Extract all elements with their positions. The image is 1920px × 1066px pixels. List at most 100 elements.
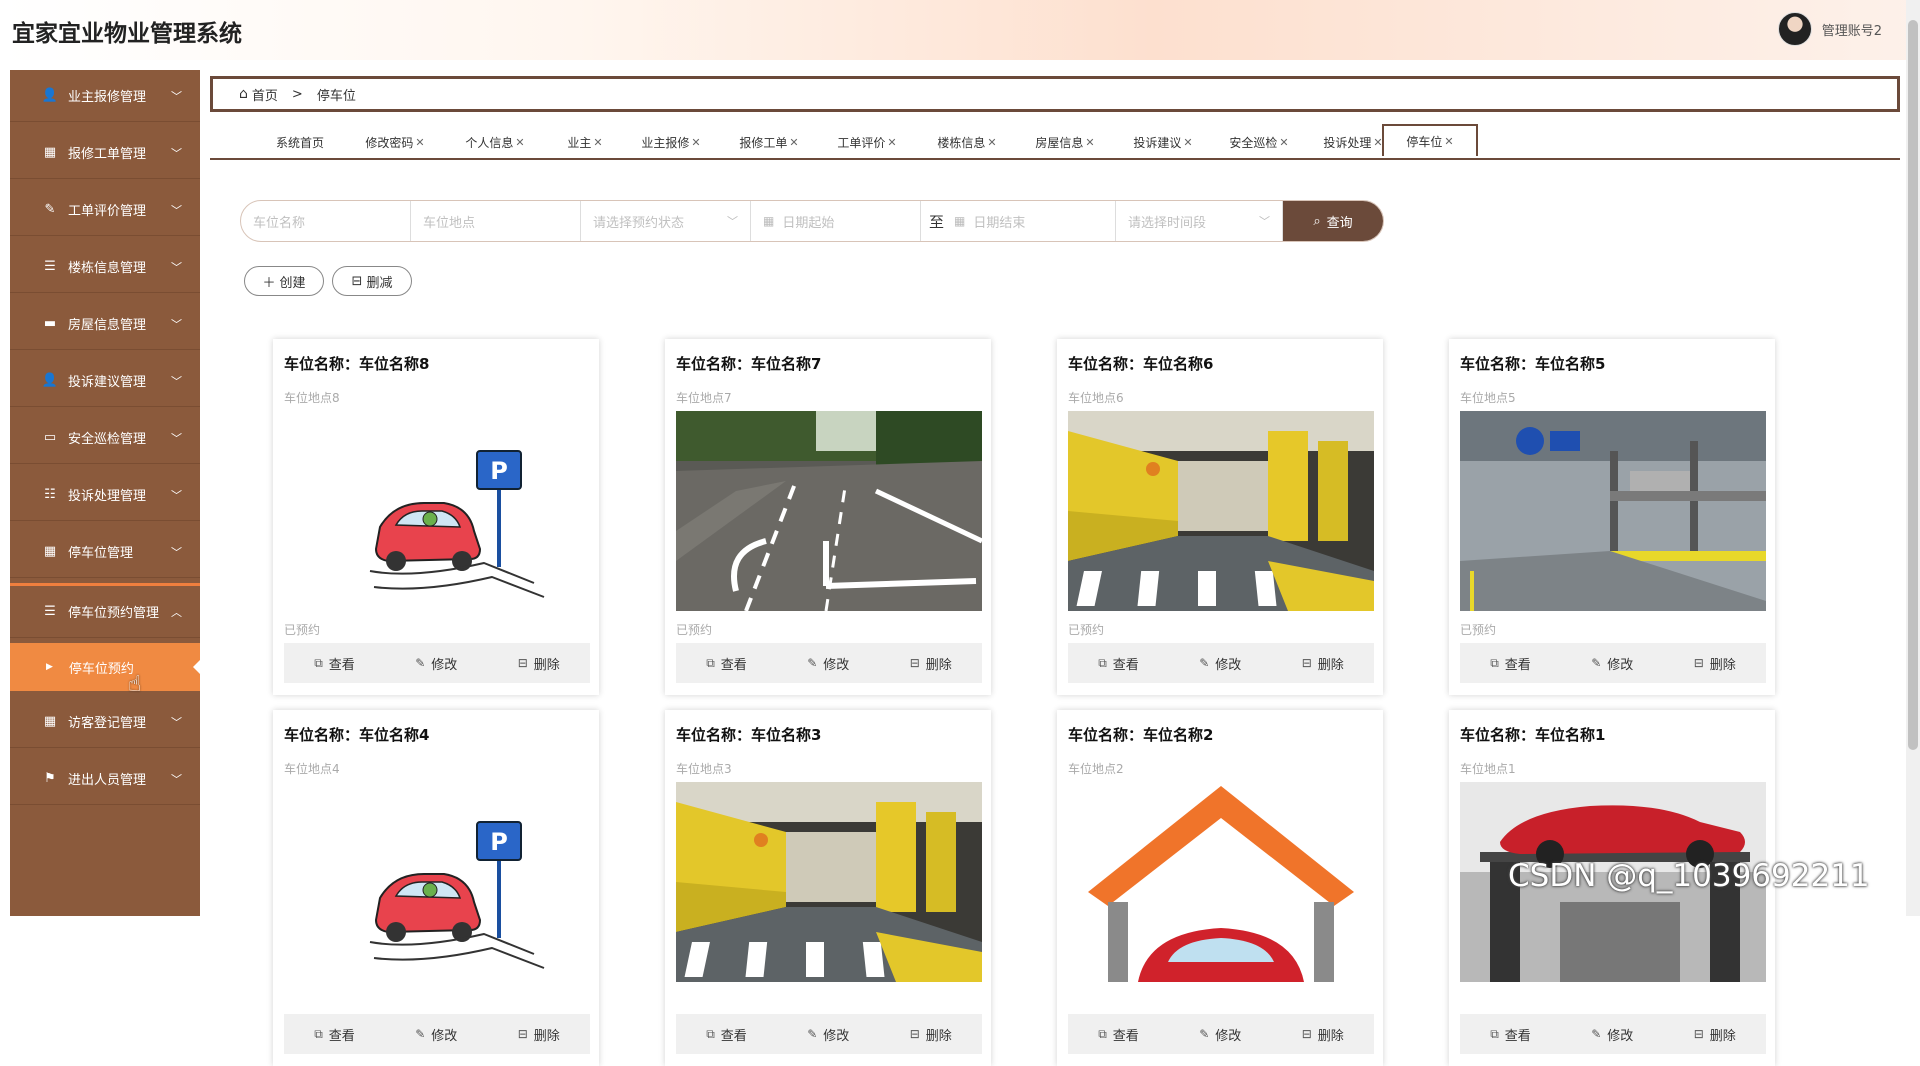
sidebar-item[interactable]: ▦ 停车位管理 ﹀ xyxy=(10,526,200,578)
user-name[interactable]: 管理账号2 xyxy=(1822,20,1882,39)
parking-image[interactable] xyxy=(1068,782,1374,982)
card-title-prefix: 车位名称： xyxy=(1460,726,1536,744)
avatar[interactable] xyxy=(1777,12,1812,46)
edit-button[interactable]: ✎ 修改 xyxy=(415,654,457,673)
view-button[interactable]: ⧉ 查看 xyxy=(706,654,747,673)
delete-button[interactable]: ⊟ 删除 xyxy=(910,654,952,673)
close-icon[interactable]: ✕ xyxy=(691,136,700,149)
delete-button[interactable]: ⊟ 删除 xyxy=(1302,654,1344,673)
tab[interactable]: 个人信息 ✕ xyxy=(450,126,540,158)
edit-button[interactable]: ✎ 修改 xyxy=(807,1025,849,1044)
user-area[interactable]: 管理账号2 xyxy=(1777,12,1882,46)
sidebar-subitem-active[interactable]: ▶ 停车位预约 xyxy=(10,643,200,691)
time-slot-select[interactable]: 请选择时间段 ﹀ xyxy=(1116,201,1283,241)
view-button[interactable]: ⧉ 查看 xyxy=(314,654,355,673)
close-icon[interactable]: ✕ xyxy=(1444,135,1453,148)
edit-button[interactable]: ✎ 修改 xyxy=(1199,1025,1241,1044)
delete-label: 删除 xyxy=(533,657,560,673)
parking-image[interactable]: P xyxy=(284,411,590,611)
parking-card: 车位名称：车位名称4 车位地点4 P ⧉ 查看 ✎ 修改 ⊟ 删除 xyxy=(273,710,599,1066)
sidebar-item[interactable]: 👤 投诉建议管理 ﹀ xyxy=(10,355,200,407)
card-title-prefix: 车位名称： xyxy=(1460,355,1536,373)
sidebar-item[interactable]: 👤 业主报修管理 ﹀ xyxy=(10,70,200,122)
card-location: 车位地点4 xyxy=(284,762,340,776)
space-name-input[interactable]: 车位名称 xyxy=(241,201,411,241)
delete-button[interactable]: ⊟ 删除 xyxy=(518,1025,560,1044)
view-button[interactable]: ⧉ 查看 xyxy=(1098,1025,1139,1044)
delete-button[interactable]: ⊟ 删除 xyxy=(1302,1025,1344,1044)
parking-card: 车位名称：车位名称3 车位地点3 ⧉ 查看 ✎ 修改 ⊟ 删除 xyxy=(665,710,991,1066)
close-icon[interactable]: ✕ xyxy=(415,136,424,149)
sidebar-item-label: 业主报修管理 xyxy=(68,90,147,105)
tab[interactable]: 房屋信息 ✕ xyxy=(1020,126,1110,158)
sidebar-item[interactable]: ▭ 安全巡检管理 ﹀ xyxy=(10,412,200,464)
close-icon[interactable]: ✕ xyxy=(1183,136,1192,149)
delete-button[interactable]: ⊟ 删除 xyxy=(1694,654,1736,673)
parking-image[interactable] xyxy=(676,782,982,982)
view-button[interactable]: ⧉ 查看 xyxy=(706,1025,747,1044)
close-icon[interactable]: ✕ xyxy=(789,136,798,149)
delete-button[interactable]: ⊟ 删除 xyxy=(1694,1025,1736,1044)
delete-button[interactable]: ⊟ 删除 xyxy=(910,1025,952,1044)
card-location: 车位地点3 xyxy=(676,762,732,776)
close-icon[interactable]: ✕ xyxy=(887,136,896,149)
parking-image[interactable] xyxy=(1068,411,1374,611)
tab[interactable]: 投诉建议 ✕ xyxy=(1118,126,1208,158)
tab[interactable]: 报修工单 ✕ xyxy=(724,126,814,158)
tab[interactable]: 工单评价 ✕ xyxy=(822,126,912,158)
tab[interactable]: 停车位 ✕ xyxy=(1382,124,1478,156)
card-actions: ⧉ 查看 ✎ 修改 ⊟ 删除 xyxy=(1068,643,1374,683)
tab[interactable]: 修改密码 ✕ xyxy=(350,126,440,158)
view-button[interactable]: ⧉ 查看 xyxy=(1490,1025,1531,1044)
sidebar-item[interactable]: ▦ 访客登记管理 ﹀ xyxy=(10,696,200,748)
close-icon[interactable]: ✕ xyxy=(1085,136,1094,149)
sidebar-item[interactable]: ✎ 工单评价管理 ﹀ xyxy=(10,184,200,236)
close-icon[interactable]: ✕ xyxy=(987,136,996,149)
view-button[interactable]: ⧉ 查看 xyxy=(1490,654,1531,673)
edit-button[interactable]: ✎ 修改 xyxy=(1199,654,1241,673)
sidebar-item[interactable]: ⚑ 进出人员管理 ﹀ xyxy=(10,753,200,805)
grid-icon: ▦ xyxy=(43,145,57,160)
date-end-input[interactable]: 至 ▦ 日期结束 xyxy=(921,201,1116,241)
tab[interactable]: 楼栋信息 ✕ xyxy=(922,126,1012,158)
date-start-input[interactable]: ▦ 日期起始 xyxy=(751,201,921,241)
scrollbar-thumb[interactable] xyxy=(1908,20,1918,750)
close-icon[interactable]: ✕ xyxy=(515,136,524,149)
sidebar-item-label: 房屋信息管理 xyxy=(68,318,147,333)
sidebar-item[interactable]: ▦ 报修工单管理 ﹀ xyxy=(10,127,200,179)
edit-label: 修改 xyxy=(431,657,458,673)
edit-button[interactable]: ✎ 修改 xyxy=(1591,1025,1633,1044)
parking-image[interactable] xyxy=(1460,411,1766,611)
edit-button[interactable]: ✎ 修改 xyxy=(415,1025,457,1044)
sidebar-item[interactable]: ☰ 楼栋信息管理 ﹀ xyxy=(10,241,200,293)
breadcrumb-home[interactable]: 首页 xyxy=(252,85,278,104)
card-title: 车位名称：车位名称5 xyxy=(1460,353,1605,374)
create-button[interactable]: ＋ 创建 xyxy=(244,266,324,296)
tab[interactable]: 安全巡检 ✕ xyxy=(1214,126,1304,158)
space-location-input[interactable]: 车位地点 xyxy=(411,201,581,241)
page-scrollbar[interactable] xyxy=(1906,0,1920,916)
status-select[interactable]: 请选择预约状态 ﹀ xyxy=(581,201,751,241)
edit-button[interactable]: ✎ 修改 xyxy=(1591,654,1633,673)
batch-delete-button[interactable]: ⊟ 删减 xyxy=(332,266,412,296)
sidebar-item[interactable]: ☷ 投诉处理管理 ﹀ xyxy=(10,469,200,521)
card-title-value: 车位名称2 xyxy=(1143,726,1214,744)
view-button[interactable]: ⧉ 查看 xyxy=(1098,654,1139,673)
search-button[interactable]: ⌕ 查询 xyxy=(1283,201,1383,241)
sidebar-item[interactable]: ☰ 停车位预约管理 ︿ xyxy=(10,583,200,638)
edit-button[interactable]: ✎ 修改 xyxy=(807,654,849,673)
tab[interactable]: 业主 ✕ xyxy=(540,126,630,158)
tab[interactable]: 业主报修 ✕ xyxy=(626,126,716,158)
parking-image[interactable] xyxy=(676,411,982,611)
delete-button[interactable]: ⊟ 删除 xyxy=(518,654,560,673)
card-title-prefix: 车位名称： xyxy=(1068,726,1144,744)
tab[interactable]: 系统首页 xyxy=(255,126,345,158)
close-icon[interactable]: ✕ xyxy=(593,136,602,149)
home-icon[interactable]: ⌂ xyxy=(239,86,248,102)
sidebar-item[interactable]: ▬ 房屋信息管理 ﹀ xyxy=(10,298,200,350)
view-button[interactable]: ⧉ 查看 xyxy=(314,1025,355,1044)
card-status: 已预约 xyxy=(284,623,321,637)
parking-image[interactable]: P xyxy=(284,782,590,982)
tab-label: 业主报修 xyxy=(641,135,690,150)
close-icon[interactable]: ✕ xyxy=(1279,136,1288,149)
